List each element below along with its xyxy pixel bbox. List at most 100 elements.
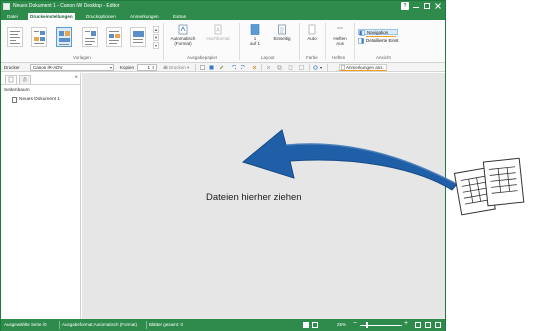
minimize-icon — [413, 7, 419, 8]
chevron-down-icon[interactable]: ▾ — [320, 64, 322, 71]
page-tree-title: Seitenbaum — [4, 88, 30, 93]
staple-icon — [337, 27, 343, 29]
group-separator — [239, 23, 240, 60]
close-button[interactable] — [433, 2, 443, 10]
group-separator — [163, 23, 164, 60]
page-tree-icon — [8, 76, 14, 83]
zoom-out-button[interactable]: − — [353, 320, 357, 327]
print-button[interactable]: Drucken ▾ — [163, 64, 189, 71]
single-sided-icon — [278, 24, 286, 35]
navigation-icon — [359, 30, 365, 36]
edit-icon[interactable] — [219, 65, 224, 70]
template-scroll-down[interactable]: ▼ — [153, 34, 159, 41]
duplex-button[interactable]: Einseitig — [269, 24, 295, 41]
group-separator — [354, 23, 355, 60]
ribbon: ▲ ▼ ▾ Vorlagen Automatisch (Format) A Ho… — [1, 20, 445, 63]
close-panel-icon[interactable]: × — [74, 75, 78, 81]
editor-window: Neues Dokument 1 - Canon iW Desktop - Ed… — [0, 0, 446, 331]
group-label-layout: Layout — [261, 55, 275, 60]
template-5[interactable] — [106, 27, 122, 47]
printer-icon — [163, 65, 168, 69]
minimize-button[interactable] — [411, 2, 421, 10]
portrait-orientation-icon: A — [214, 24, 222, 35]
print-preview-icon[interactable] — [200, 65, 205, 70]
pages-per-sheet-button[interactable]: 1 auf 1 — [244, 24, 266, 46]
tab-druckoptionen[interactable]: Druckoptionen — [84, 13, 118, 20]
group-label-farbe: Farbe — [306, 55, 318, 60]
fit-page-view-icon[interactable] — [312, 322, 318, 328]
template-expand[interactable]: ▾ — [153, 42, 159, 49]
pages-per-sheet-icon — [250, 24, 260, 35]
document-drop-area[interactable]: Dateien hierher ziehen — [82, 73, 445, 319]
single-page-view-icon[interactable] — [303, 322, 309, 328]
maximize-icon — [424, 3, 430, 9]
tab-druckeinstellungen[interactable]: Druckeinstellungen — [28, 13, 75, 20]
template-6[interactable] — [130, 27, 146, 47]
save-icon[interactable] — [209, 65, 214, 70]
detailed-settings-toggle[interactable]: Detaillierte Einst — [358, 38, 408, 44]
ribbon-tab-bar: Datei Druckeinstellungen Druckoptionen A… — [1, 12, 445, 20]
tab-anmerkungen[interactable]: Anmerkungen — [128, 13, 161, 20]
tree-item-document[interactable]: Neues Dokument 1 — [12, 97, 60, 103]
grid-view-icon[interactable] — [435, 322, 441, 328]
window-title: Neues Dokument 1 - Canon iW Desktop - Ed… — [13, 3, 120, 9]
template-4[interactable] — [82, 27, 98, 47]
zoom-in-button[interactable]: + — [404, 320, 408, 327]
color-mode-button[interactable]: Auto — [303, 24, 321, 41]
paper-orientation-button[interactable]: A Hochformat — [203, 24, 233, 41]
staple-button[interactable]: Heften Aus — [329, 24, 351, 46]
tab-page-tree[interactable] — [5, 75, 17, 84]
zoom-level: 25% — [337, 322, 347, 327]
paperclip-icon — [23, 77, 27, 82]
printer-select[interactable]: Canon iR-ADV ▾ — [30, 64, 114, 71]
group-label-vorlagen: Vorlagen — [73, 55, 91, 60]
spin-icon: ⇕ — [151, 65, 155, 70]
undo-icon[interactable] — [231, 65, 236, 70]
detailed-settings-icon — [358, 38, 364, 44]
help-button[interactable]: ? — [401, 2, 409, 10]
template-scroll-up[interactable]: ▲ — [153, 26, 159, 33]
fit-width-icon[interactable] — [415, 322, 421, 328]
paste-icon[interactable] — [288, 65, 293, 70]
app-icon — [3, 3, 10, 10]
documents-drag-icon — [453, 157, 525, 216]
zoom-slider-thumb[interactable] — [366, 322, 368, 328]
tab-attachments[interactable] — [19, 75, 31, 84]
document-icon — [12, 97, 17, 103]
show-annotations-toggle[interactable]: Anmerkungen anz. — [339, 64, 387, 71]
refresh-icon[interactable] — [313, 65, 318, 70]
annotation-icon — [341, 65, 345, 70]
drop-hint-text: Dateien hierher ziehen — [206, 192, 302, 203]
group-label-ausgabepapier: Ausgabepapier — [187, 55, 218, 60]
template-2[interactable] — [31, 27, 47, 47]
paper-auto-button[interactable]: Automatisch (Format) — [169, 24, 197, 46]
tab-extras[interactable]: Extras — [171, 13, 188, 20]
group-separator — [299, 23, 300, 60]
delete-icon[interactable] — [266, 65, 271, 70]
template-3-selected[interactable] — [56, 27, 72, 47]
page-tree-panel: × Seitenbaum Neues Dokument 1 — [1, 73, 81, 319]
status-output-format: Ausgabeformat:Automatisch (Format) — [62, 322, 138, 327]
group-separator — [325, 23, 326, 60]
tab-datei[interactable]: Datei — [5, 13, 20, 20]
cut-icon[interactable] — [252, 65, 257, 70]
print-toolbar: Drucker Canon iR-ADV ▾ Kopien 1 ⇕ Drucke… — [1, 63, 445, 72]
template-1[interactable] — [7, 27, 23, 47]
group-label-ansicht: Ansicht — [376, 55, 391, 60]
printer-label: Drucker — [4, 65, 20, 70]
group-label-heften: Heften — [332, 55, 346, 60]
properties-icon[interactable] — [299, 65, 304, 70]
navigation-toggle[interactable]: Navigation — [358, 29, 398, 36]
close-icon — [435, 3, 441, 9]
redo-icon[interactable] — [241, 65, 246, 70]
side-panel-tabs: × — [1, 73, 81, 85]
copy-icon[interactable] — [277, 65, 282, 70]
maximize-button[interactable] — [422, 2, 432, 10]
chevron-down-icon: ▾ — [109, 65, 112, 70]
paper-auto-icon — [178, 24, 188, 35]
status-total-sheets: Blätter gesamt: 0 — [149, 322, 184, 327]
color-mode-icon — [308, 24, 316, 35]
copies-stepper[interactable]: 1 ⇕ — [137, 64, 157, 71]
fit-window-icon[interactable] — [425, 322, 431, 328]
status-selected-series: Ausgewählte Serie /0 — [4, 322, 47, 327]
